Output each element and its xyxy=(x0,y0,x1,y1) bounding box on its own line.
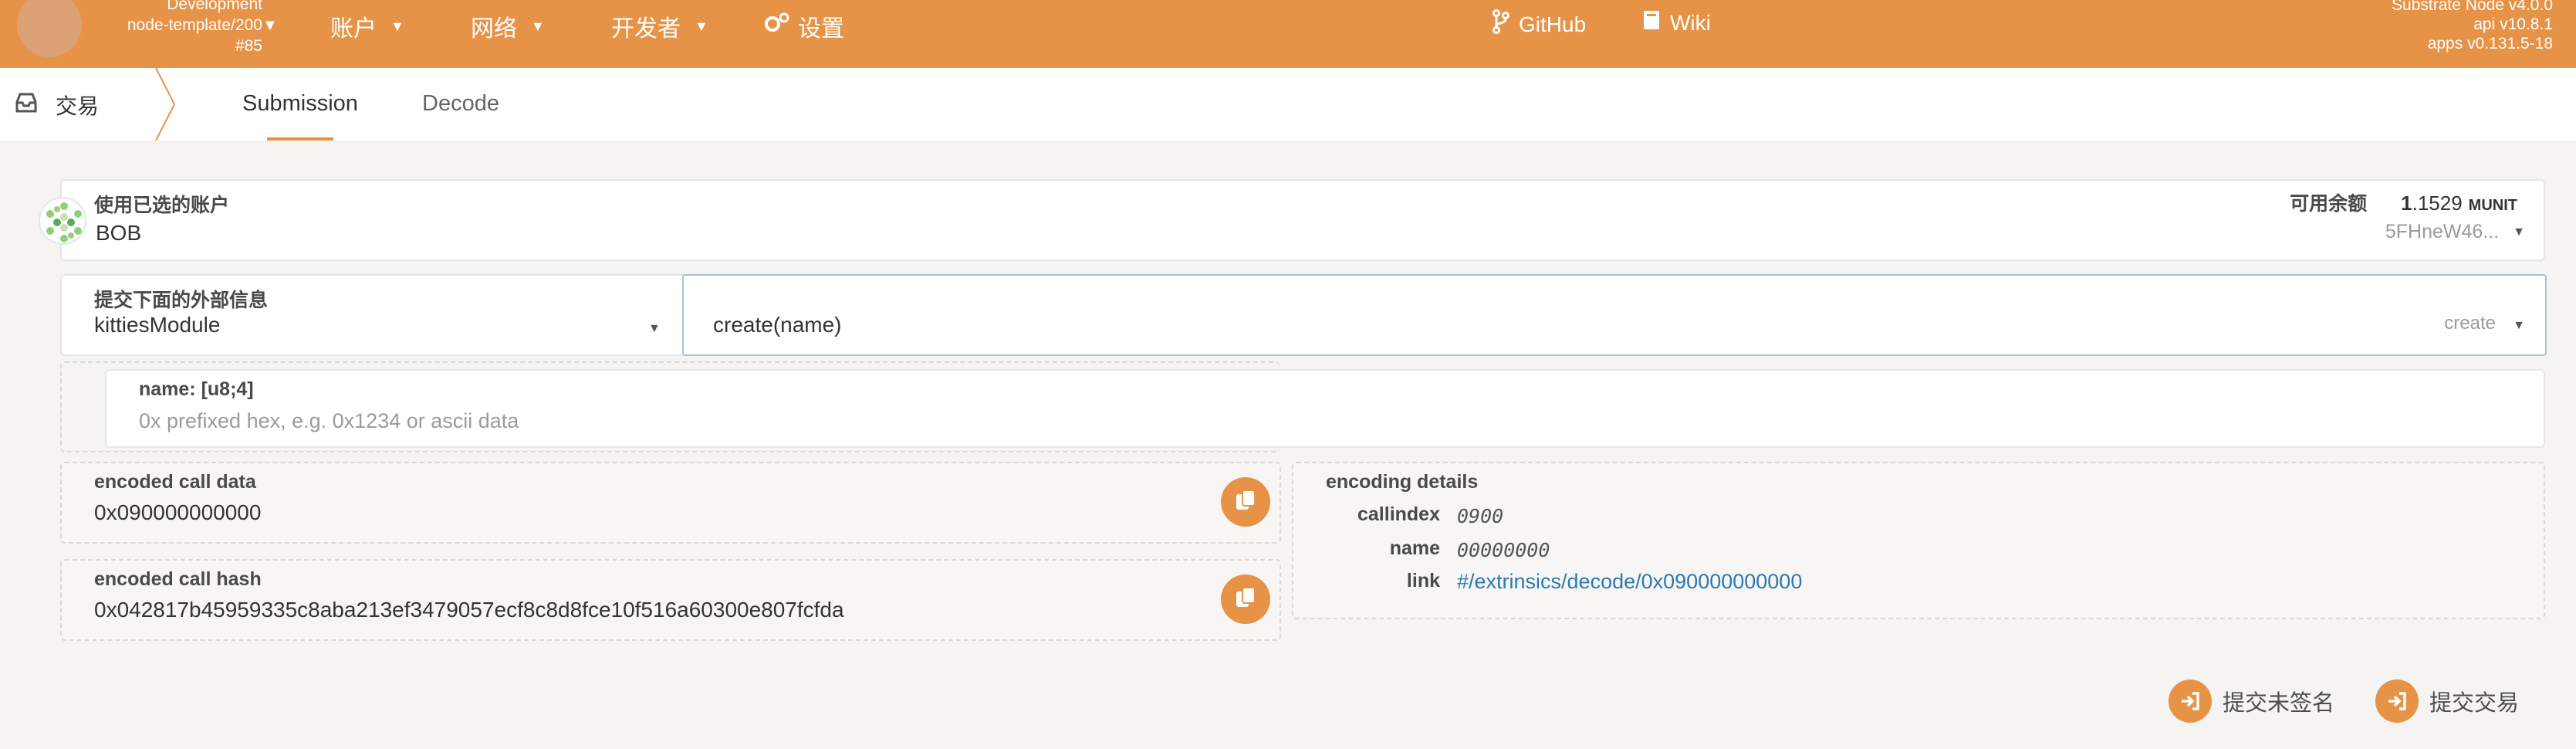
version-info: Substrate Node v4.0.0 api v10.8.1 apps v… xyxy=(2392,0,2553,53)
tab-submission[interactable]: Submission xyxy=(242,91,358,117)
account-name: BOB xyxy=(96,221,142,245)
wiki-link[interactable]: Wiki xyxy=(1642,9,1711,36)
tab-decode[interactable]: Decode xyxy=(422,91,499,117)
call-data-value: 0x090000000000 xyxy=(94,500,262,524)
api-version: api v10.8.1 xyxy=(2473,15,2553,33)
submit-transaction-label: 提交交易 xyxy=(2429,691,2520,716)
sign-in-icon xyxy=(2375,680,2419,723)
gears-icon xyxy=(764,12,790,41)
param-name-field[interactable]: name: [u8;4] 0x prefixed hex, e.g. 0x123… xyxy=(105,369,2545,448)
account-identicon xyxy=(39,197,86,245)
call-data-label: encoded call data xyxy=(94,471,256,493)
block-number: #85 xyxy=(235,37,262,55)
param-label: name: [u8;4] xyxy=(139,378,254,400)
address-text: 5FHneW46... xyxy=(2385,221,2500,242)
account-address: 5FHneW46... ▼ xyxy=(2385,221,2525,243)
inbox-icon xyxy=(15,93,37,118)
app-title: 交易 xyxy=(56,94,100,118)
balance-unit: MUNIT xyxy=(2468,197,2517,214)
code-branch-icon xyxy=(1493,9,1509,39)
balance-decimal: .1529 xyxy=(2412,191,2463,215)
chain-name: Development xyxy=(167,0,262,13)
call-hash-label: encoded call hash xyxy=(94,568,262,590)
encoding-details-panel: encoding details callindex 0900 name 000… xyxy=(1292,462,2545,619)
detail-key-callindex: callindex xyxy=(1357,503,1440,525)
detail-key-name: name xyxy=(1389,537,1440,559)
menu-label: 开发者 xyxy=(611,16,681,42)
caret-down-icon: ▼ xyxy=(2513,319,2525,332)
active-tab-indicator xyxy=(267,137,333,141)
caret-down-icon: ▼ xyxy=(2513,225,2525,239)
wiki-label: Wiki xyxy=(1670,10,1711,35)
encoding-details-title: encoding details xyxy=(1326,471,1479,493)
menu-developer[interactable]: 开发者 ▼ xyxy=(611,9,708,43)
book-icon xyxy=(1642,9,1661,36)
module-caret-icon[interactable]: ▼ xyxy=(648,322,661,336)
chain-selector[interactable]: Development node-template/200 #85 xyxy=(85,0,262,56)
call-method: create xyxy=(2444,313,2496,334)
copy-icon xyxy=(1234,488,1257,517)
submit-unsigned-button[interactable]: 提交未签名 xyxy=(2169,680,2334,723)
extrinsic-selector: 提交下面的外部信息 kittiesModule ▼ create(name) c… xyxy=(60,274,2547,356)
call-select[interactable]: create(name) create ▼ xyxy=(682,274,2547,356)
menu-label: 账户 xyxy=(330,16,377,42)
caret-down-icon: ▼ xyxy=(390,18,404,34)
caret-down-icon: ▼ xyxy=(531,18,545,34)
github-link[interactable]: GitHub xyxy=(1493,9,1586,39)
param-input[interactable]: 0x prefixed hex, e.g. 0x1234 or ascii da… xyxy=(139,409,519,433)
copy-call-hash-button[interactable] xyxy=(1221,574,1270,624)
menu-label: 设置 xyxy=(798,16,844,42)
caret-down-icon: ▼ xyxy=(695,18,708,34)
node-version: Substrate Node v4.0.0 xyxy=(2392,0,2553,14)
balance-integer: 1 xyxy=(2401,191,2412,215)
menu-label: 网络 xyxy=(471,16,517,42)
balance-label: 可用余额 xyxy=(2290,193,2368,215)
extrinsic-label: 提交下面的外部信息 xyxy=(94,290,269,311)
menu-accounts[interactable]: 账户 ▼ xyxy=(330,9,404,43)
node-name: node-template/200 xyxy=(127,16,262,34)
detail-value-callindex: 0900 xyxy=(1457,505,1504,527)
chain-logo[interactable] xyxy=(17,0,82,57)
encoded-call-data-panel: encoded call data 0x090000000000 xyxy=(60,462,1281,544)
menu-settings[interactable]: 设置 xyxy=(764,9,844,43)
app-breadcrumb: 交易 xyxy=(15,90,99,120)
module-select[interactable]: kittiesModule xyxy=(94,313,220,337)
detail-value-name: 00000000 xyxy=(1457,539,1550,561)
call-hash-value: 0x042817b45959335c8aba213ef3479057ecf8c8… xyxy=(94,598,844,622)
account-selector[interactable]: 使用已选的账户 BOB 可用余额 1.1529 MUNIT 5FHneW46..… xyxy=(60,179,2545,261)
encoded-call-hash-panel: encoded call hash 0x042817b45959335c8aba… xyxy=(60,559,1281,641)
top-navigation-bar: Development node-template/200 #85 ▼ 账户 ▼… xyxy=(0,0,2576,68)
tabs-bar: 交易 Submission Decode xyxy=(0,68,2576,141)
call-signature: create(name) xyxy=(713,313,842,337)
copy-icon xyxy=(1234,585,1257,614)
chain-caret-icon[interactable]: ▼ xyxy=(262,17,278,35)
available-balance: 可用余额 1.1529 MUNIT xyxy=(2290,188,2517,216)
submit-unsigned-label: 提交未签名 xyxy=(2223,691,2335,716)
decode-link[interactable]: #/extrinsics/decode/0x090000000000 xyxy=(1457,570,1802,594)
account-label: 使用已选的账户 xyxy=(94,195,230,216)
apps-version: apps v0.131.5-18 xyxy=(2427,35,2553,53)
menu-network[interactable]: 网络 ▼ xyxy=(471,9,545,43)
submit-transaction-button[interactable]: 提交交易 xyxy=(2375,680,2519,723)
copy-call-data-button[interactable] xyxy=(1221,477,1270,527)
github-label: GitHub xyxy=(1519,12,1587,36)
breadcrumb-chevron xyxy=(155,68,176,141)
sign-in-icon xyxy=(2169,680,2212,723)
detail-key-link: link xyxy=(1406,570,1440,591)
